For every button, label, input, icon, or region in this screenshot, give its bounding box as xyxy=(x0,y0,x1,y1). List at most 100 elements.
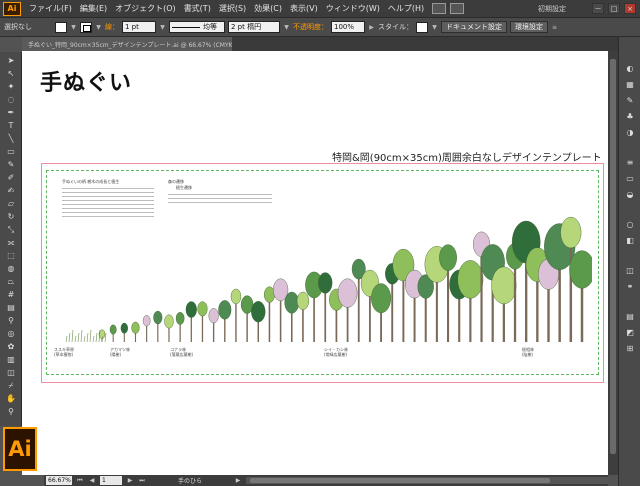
lasso-icon[interactable]: ◌ xyxy=(4,94,18,105)
eraser-icon[interactable]: ▱ xyxy=(4,198,18,209)
stage-label-2: アカマツ林 (陽樹) xyxy=(110,347,130,357)
shape-builder-icon[interactable]: ◍ xyxy=(4,263,18,274)
tree-crown xyxy=(318,272,333,294)
status-menu-icon[interactable]: ▶ xyxy=(234,476,242,485)
scale-icon[interactable]: ⤡ xyxy=(4,224,18,235)
graph-icon[interactable]: ▥ xyxy=(4,354,18,365)
direct-select-icon[interactable]: ↖ xyxy=(4,68,18,79)
pencil-icon[interactable]: ✐ xyxy=(4,172,18,183)
free-transform-icon[interactable]: ⬚ xyxy=(4,250,18,261)
maximize-button[interactable]: □ xyxy=(608,3,620,14)
first-artboard-icon[interactable]: ⏮ xyxy=(76,476,84,485)
app-badge-icon: Ai xyxy=(3,1,21,16)
artboard-canvas[interactable]: 手ぬぐい 特岡&岡(90cm×35cm)周囲余白なしデザインテンプレート 手ぬぐ… xyxy=(22,51,608,475)
zoom-icon[interactable]: ⚲ xyxy=(4,406,18,417)
selection-arrow-icon[interactable]: ➤ xyxy=(4,55,18,66)
fill-swatch[interactable] xyxy=(55,21,67,33)
next-artboard-icon[interactable]: ▶ xyxy=(126,476,134,485)
type-icon[interactable]: T xyxy=(4,120,18,131)
grass-blade xyxy=(89,329,92,343)
slice-icon[interactable]: ⌿ xyxy=(4,380,18,391)
paintbrush-icon[interactable]: ✎ xyxy=(4,159,18,170)
pen-icon[interactable]: ✒ xyxy=(4,107,18,118)
color-panel-icon[interactable]: ◐ xyxy=(624,63,636,73)
opacity-field[interactable]: 100% xyxy=(331,21,365,33)
grass-blade xyxy=(74,335,77,343)
menu-help[interactable]: ヘルプ(H) xyxy=(384,3,428,14)
transparency-icon[interactable]: ◒ xyxy=(624,189,636,199)
symbols-icon[interactable]: ♣ xyxy=(624,111,636,121)
stroke-swatch[interactable] xyxy=(80,21,92,33)
menu-effect[interactable]: 効果(C) xyxy=(250,3,286,14)
bridge-icon[interactable] xyxy=(432,3,447,14)
perspective-icon[interactable]: ⏢ xyxy=(4,276,18,287)
minimize-button[interactable]: － xyxy=(592,3,604,14)
menu-select[interactable]: 選択(S) xyxy=(215,3,250,14)
stage-sub: (陽樹) xyxy=(110,352,122,357)
chevron-down-icon[interactable]: ▶ xyxy=(368,22,375,33)
selection-status: 選択なし xyxy=(4,23,32,31)
appearance-icon[interactable]: ○ xyxy=(624,219,636,229)
menu-object[interactable]: オブジェクト(O) xyxy=(111,3,180,14)
artboard-number-field[interactable]: 1 xyxy=(100,476,122,485)
links-icon[interactable]: ⚭ xyxy=(624,281,636,291)
horizontal-scrollbar[interactable] xyxy=(246,477,608,484)
tree-crown xyxy=(109,324,117,335)
pathfinder-icon[interactable]: ◩ xyxy=(624,327,636,337)
line-icon[interactable]: ╲ xyxy=(4,133,18,144)
rectangle-icon[interactable]: ▭ xyxy=(4,146,18,157)
stroke-weight-field[interactable]: 1 pt xyxy=(122,21,156,33)
document-tab[interactable]: 手ぬぐい_特岡_90cm×35cm_デザインテンプレート.ai @ 66.67%… xyxy=(22,37,232,51)
brushes-icon[interactable]: ✎ xyxy=(624,95,636,105)
document-setup-button[interactable]: ドキュメント設定 xyxy=(441,21,507,33)
arrange-documents-icon[interactable] xyxy=(450,3,465,14)
vertical-scrollbar[interactable] xyxy=(608,51,618,475)
variable-width-profile[interactable]: 均等 xyxy=(169,21,225,33)
hand-icon[interactable]: ✋ xyxy=(4,393,18,404)
prev-artboard-icon[interactable]: ◀ xyxy=(88,476,96,485)
blend-icon[interactable]: ◎ xyxy=(4,328,18,339)
menu-edit[interactable]: 編集(E) xyxy=(76,3,111,14)
eyedropper-icon[interactable]: ⚲ xyxy=(4,315,18,326)
chevron-down-icon[interactable]: ▼ xyxy=(70,22,77,33)
stroke-icon[interactable]: ≡ xyxy=(624,157,636,167)
panel-dock: ◐ ▦ ✎ ♣ ◑ ≡ ▭ ◒ ○ ◧ ◫ ⚭ ▤ ◩ ⊞ xyxy=(618,37,640,486)
gradient-panel-icon[interactable]: ▭ xyxy=(624,173,636,183)
chevron-down-icon[interactable]: ▼ xyxy=(283,22,290,33)
last-artboard-icon[interactable]: ⏭ xyxy=(138,476,146,485)
graphic-style-swatch[interactable] xyxy=(416,21,428,33)
workspace-switcher[interactable]: 初期設定 xyxy=(538,4,588,14)
graphic-styles-icon[interactable]: ◑ xyxy=(624,127,636,137)
align-icon[interactable]: ▤ xyxy=(624,311,636,321)
horizontal-scroll-thumb[interactable] xyxy=(250,478,550,483)
panel-menu-icon[interactable]: ≡ xyxy=(551,22,558,33)
brush-definition[interactable]: 2 pt 楕円 xyxy=(228,21,280,33)
menu-window[interactable]: ウィンドウ(W) xyxy=(322,3,384,14)
tree-crown xyxy=(208,308,219,324)
opacity-label[interactable]: 不透明度： xyxy=(293,22,328,32)
preferences-button[interactable]: 環境設定 xyxy=(510,21,548,33)
chevron-down-icon[interactable]: ▼ xyxy=(159,22,166,33)
close-button[interactable]: × xyxy=(624,3,636,14)
artboards-icon[interactable]: ◫ xyxy=(624,265,636,275)
width-icon[interactable]: ⟗ xyxy=(4,237,18,248)
profile-label: 均等 xyxy=(203,23,217,31)
swatches-icon[interactable]: ▦ xyxy=(624,79,636,89)
stroke-label[interactable]: 線： xyxy=(105,22,119,32)
transform-icon[interactable]: ⊞ xyxy=(624,343,636,353)
chevron-down-icon[interactable]: ▼ xyxy=(95,22,102,33)
artboard-icon[interactable]: ◫ xyxy=(4,367,18,378)
symbol-sprayer-icon[interactable]: ✿ xyxy=(4,341,18,352)
magic-wand-icon[interactable]: ✦ xyxy=(4,81,18,92)
mesh-icon[interactable]: # xyxy=(4,289,18,300)
zoom-field[interactable]: 66.67% xyxy=(46,476,72,485)
rotate-icon[interactable]: ↻ xyxy=(4,211,18,222)
gradient-icon[interactable]: ▤ xyxy=(4,302,18,313)
layers-icon[interactable]: ◧ xyxy=(624,235,636,245)
blob-brush-icon[interactable]: ✍ xyxy=(4,185,18,196)
menu-type[interactable]: 書式(T) xyxy=(180,3,215,14)
chevron-down-icon[interactable]: ▼ xyxy=(431,22,438,33)
menu-file[interactable]: ファイル(F) xyxy=(25,3,76,14)
menu-view[interactable]: 表示(V) xyxy=(286,3,322,14)
vertical-scroll-thumb[interactable] xyxy=(610,59,616,454)
